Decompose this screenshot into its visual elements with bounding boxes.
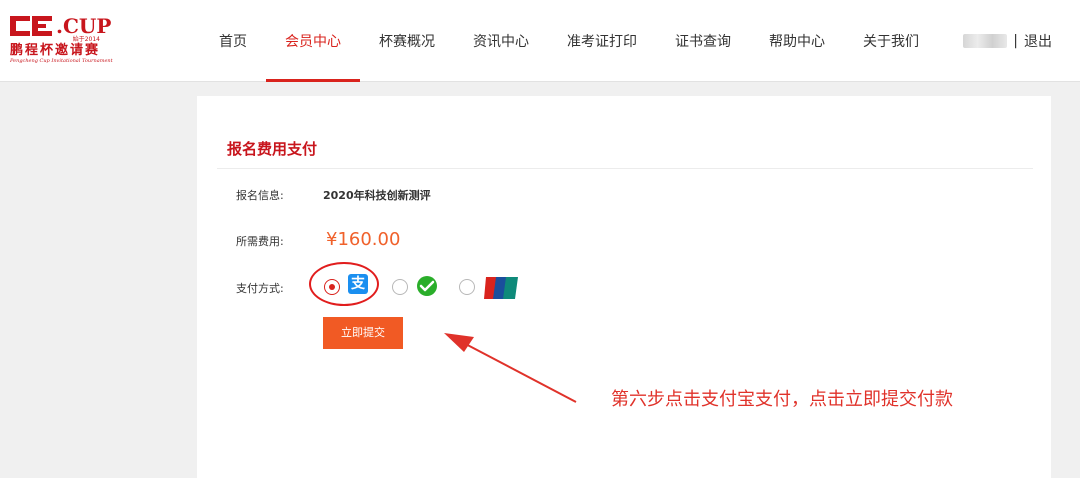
wechat-pay-icon[interactable] [416, 276, 438, 296]
site-header: .CUP 始于2014 鹏程杯邀请赛 Pengcheng Cup Invitat… [0, 0, 1080, 82]
alipay-icon[interactable]: 支 [348, 274, 368, 294]
payment-method-label: 支付方式: [236, 282, 284, 295]
nav-item-help-center[interactable]: 帮助中心 [750, 0, 844, 82]
user-separator: | [1013, 33, 1018, 49]
logo-cn-name: 鹏程杯邀请赛 [10, 43, 101, 58]
nav-item-contest-overview[interactable]: 杯赛概况 [360, 0, 454, 82]
registration-info-value: 2020年科技创新测评 [323, 189, 431, 202]
logo-cup-text: .CUP [56, 14, 112, 38]
nav-item-about-us[interactable]: 关于我们 [844, 0, 938, 82]
main-nav: 首页 会员中心 杯赛概况 资讯中心 准考证打印 证书查询 帮助中心 关于我们 [200, 0, 938, 82]
panel-title: 报名费用支付 [227, 140, 318, 158]
alipay-radio[interactable] [324, 279, 340, 295]
logout-link[interactable]: 退出 [1024, 31, 1052, 51]
logo-mark-icon [10, 16, 54, 36]
nav-item-home[interactable]: 首页 [200, 0, 266, 82]
nav-item-news-center[interactable]: 资讯中心 [454, 0, 548, 82]
fee-value: ¥160.00 [326, 229, 401, 250]
alipay-highlight-circle [309, 262, 379, 306]
site-logo[interactable]: .CUP 始于2014 鹏程杯邀请赛 Pengcheng Cup Invitat… [10, 14, 114, 66]
logo-en-name: Pengcheng Cup Invitational Tournament [10, 58, 113, 64]
logo-top: .CUP [10, 14, 114, 36]
payment-panel: 报名费用支付 报名信息: 2020年科技创新测评 所需费用: ¥160.00 支… [197, 96, 1051, 478]
username-blurred [963, 34, 1008, 48]
user-area: | 退出 [963, 0, 1052, 82]
unionpay-icon[interactable] [484, 277, 518, 299]
annotation-text: 第六步点击支付宝支付，点击立即提交付款 [611, 389, 953, 410]
nav-item-certificate-query[interactable]: 证书查询 [656, 0, 750, 82]
unionpay-radio[interactable] [459, 279, 475, 295]
panel-divider [217, 168, 1033, 169]
nav-item-admission-ticket-print[interactable]: 准考证打印 [548, 0, 656, 82]
submit-button[interactable]: 立即提交 [323, 317, 403, 349]
nav-item-member-center[interactable]: 会员中心 [266, 0, 360, 82]
registration-info-label: 报名信息: [236, 189, 284, 202]
wechat-radio[interactable] [392, 279, 408, 295]
fee-label: 所需费用: [236, 235, 284, 248]
